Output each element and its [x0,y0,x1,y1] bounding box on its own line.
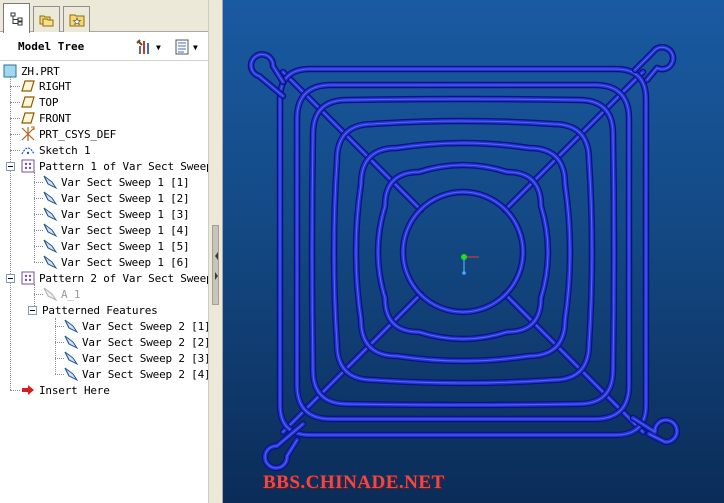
folders-icon [39,15,53,26]
watermark: BBS.CHINADE.NET [263,472,445,493]
datum-plane-icon [20,110,36,126]
tree-columns-icon [175,39,189,55]
tree-item-label: Var Sect Sweep 2 [1] [82,319,208,333]
tree-item-sweep-1-1[interactable]: Var Sect Sweep 1 [1] [42,174,190,190]
var-sect-sweep-icon [42,254,58,270]
navigator-tabs [0,0,208,33]
splitter-handle[interactable] [212,225,219,305]
tree-item-label: Var Sect Sweep 1 [6] [61,255,190,269]
tree-item-insert-here[interactable]: Insert Here [20,382,110,398]
tree-item-pattern-1[interactable]: Pattern 1 of Var Sect Sweep [20,158,208,174]
tree-connector [10,76,11,390]
datum-plane-icon [20,78,36,94]
tree-connector [10,134,20,135]
tree-item-label: Pattern 2 of Var Sect Sweep [39,271,208,285]
model-tree-tab[interactable] [3,3,30,33]
suppressed-feature-icon [42,286,58,302]
tree-item-sweep-1-2[interactable]: Var Sect Sweep 1 [2] [42,190,190,206]
datum-plane-icon [20,94,36,110]
tree-item-sweep-2-4[interactable]: Var Sect Sweep 2 [4] [63,366,208,382]
tree-item-label: Var Sect Sweep 1 [4] [61,223,190,237]
pattern-icon [20,158,36,174]
tree-item-label: Pattern 1 of Var Sect Sweep [39,159,208,173]
tree-connector [10,86,20,87]
collapse-arrows-icon [215,252,218,280]
tree-connector [10,102,20,103]
folder-browser-tab[interactable] [33,6,60,32]
fan-grille-model[interactable] [223,0,724,503]
tree-item-sweep-2-2[interactable]: Var Sect Sweep 2 [2] [63,334,208,350]
tree-connector [10,150,20,151]
collapse-toggle[interactable] [28,306,37,315]
tree-item-label: Var Sect Sweep 2 [2] [82,335,208,349]
tree-item-label: Var Sect Sweep 2 [3] [82,351,208,365]
tree-item-label: TOP [39,95,59,109]
tree-item-label: Var Sect Sweep 2 [4] [82,367,208,381]
tree-connector [10,390,20,391]
chevron-down-icon: ▼ [156,42,161,52]
tree-item-csys[interactable]: PRT_CSYS_DEF [20,126,116,142]
model-tree-header: Model Tree ▼ ▼ [0,33,208,61]
model-tree-icon [10,12,22,25]
tree-settings-icon [136,39,149,54]
tree-item-label: Var Sect Sweep 1 [2] [61,191,190,205]
tree-item-label: FRONT [39,111,72,125]
tree-item-sweep-2-3[interactable]: Var Sect Sweep 2 [3] [63,350,208,366]
tree-columns-button[interactable]: ▼ [174,37,198,57]
var-sect-sweep-icon [63,318,79,334]
navigator-panel: Model Tree ▼ ▼ ZH.PRT RIGHT TOP FRONT PR… [0,0,208,503]
tree-item-label: Sketch 1 [39,143,91,157]
coordinate-system-icon [20,126,36,142]
tree-connector [10,118,20,119]
tree-item-right[interactable]: RIGHT [20,78,71,94]
var-sect-sweep-icon [63,334,79,350]
tree-connector [34,172,35,262]
tree-item-label: PRT_CSYS_DEF [39,127,117,141]
tree-item-label: ZH.PRT [21,64,60,78]
favorites-tab[interactable] [63,6,90,32]
var-sect-sweep-icon [42,222,58,238]
var-sect-sweep-icon [42,190,58,206]
tree-item-label: Var Sect Sweep 1 [5] [61,239,190,253]
tree-item-label: Var Sect Sweep 1 [3] [61,207,190,221]
tree-item-sweep-1-5[interactable]: Var Sect Sweep 1 [5] [42,238,190,254]
grille-center-ring [401,190,525,314]
csys-triad [461,254,479,275]
tree-item-label: Insert Here [39,383,110,397]
tree-item-label: Var Sect Sweep 1 [1] [61,175,190,189]
tree-item-label: A_1 [61,287,81,301]
var-sect-sweep-icon [63,366,79,382]
tree-item-front[interactable]: FRONT [20,110,71,126]
tree-item-label: RIGHT [39,79,72,93]
var-sect-sweep-icon [42,174,58,190]
panel-splitter[interactable] [208,0,223,503]
tree-item-patterned-features[interactable]: Patterned Features [42,302,158,318]
tree-item-sweep-1-4[interactable]: Var Sect Sweep 1 [4] [42,222,190,238]
model-tree: ZH.PRT RIGHT TOP FRONT PRT_CSYS_DEF Sket… [0,62,208,503]
tree-item-pattern-leader[interactable]: A_1 [42,286,80,302]
tree-item-sketch[interactable]: Sketch 1 [20,142,91,158]
model-tree-title: Model Tree [18,40,85,53]
collapse-toggle[interactable] [6,274,15,283]
tree-item-sweep-1-3[interactable]: Var Sect Sweep 1 [3] [42,206,190,222]
var-sect-sweep-icon [42,238,58,254]
sketch-icon [20,142,36,158]
pattern-icon [20,270,36,286]
insert-arrow-icon [20,382,36,398]
tree-item-root[interactable]: ZH.PRT [2,63,60,79]
tree-settings-button[interactable]: ▼ [135,37,161,57]
part-icon [2,63,18,79]
collapse-toggle[interactable] [6,162,15,171]
graphics-window[interactable]: BBS.CHINADE.NET [223,0,724,503]
tree-item-sweep-2-1[interactable]: Var Sect Sweep 2 [1] [63,318,208,334]
tree-item-pattern-2[interactable]: Pattern 2 of Var Sect Sweep [20,270,208,286]
favorites-icon [69,14,84,26]
tree-item-sweep-1-6[interactable]: Var Sect Sweep 1 [6] [42,254,190,270]
tree-item-top[interactable]: TOP [20,94,58,110]
var-sect-sweep-icon [42,206,58,222]
var-sect-sweep-icon [63,350,79,366]
chevron-down-icon: ▼ [193,42,198,52]
tree-item-label: Patterned Features [42,303,158,317]
